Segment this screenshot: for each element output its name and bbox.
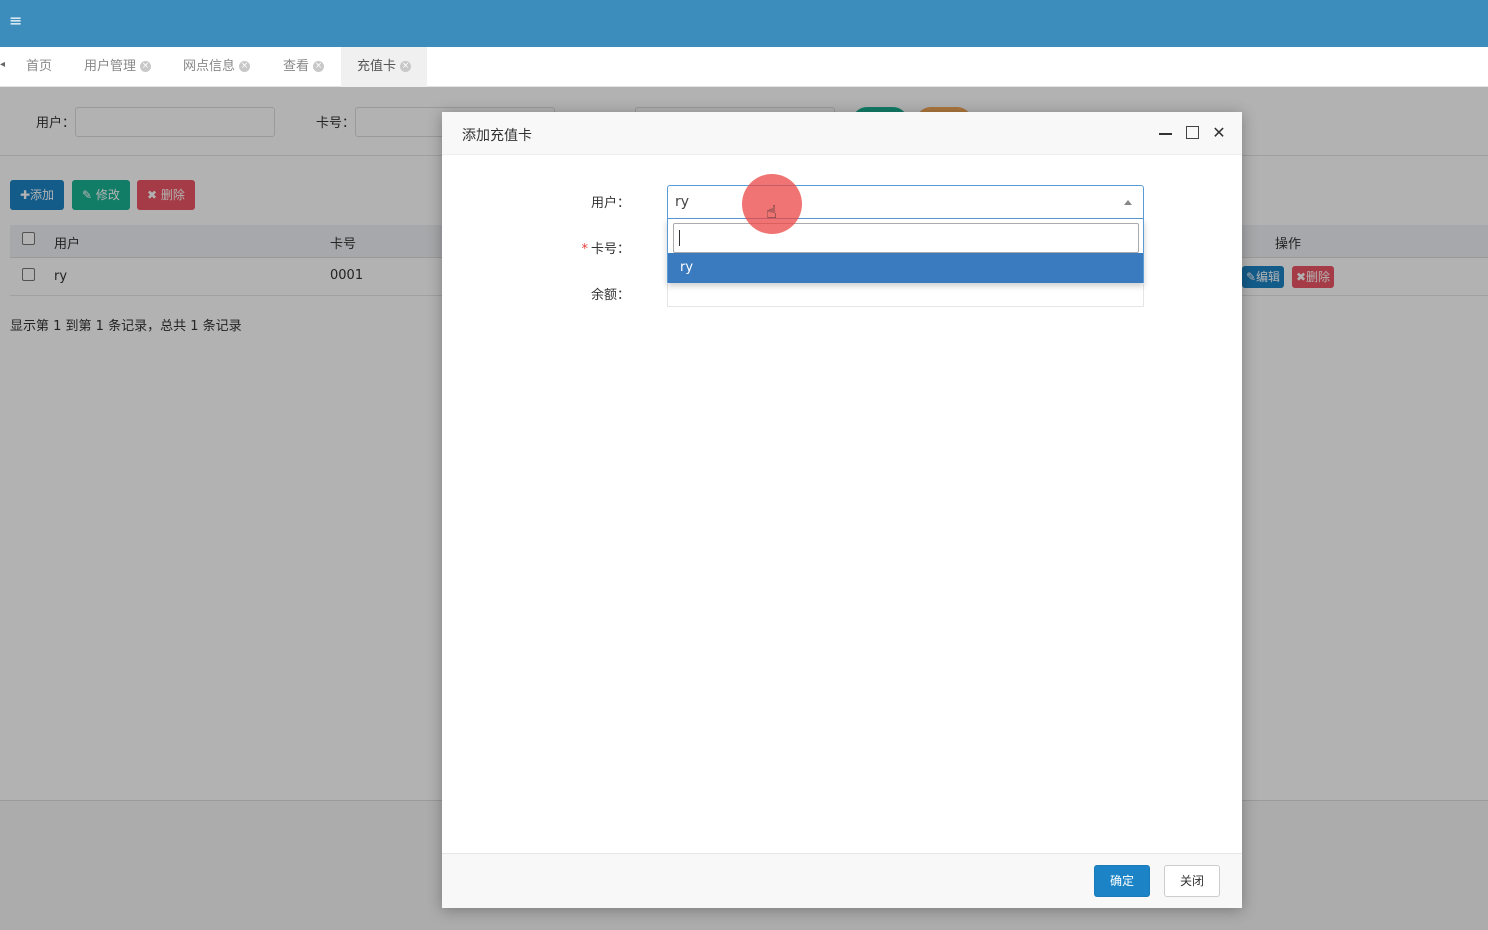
tab-view[interactable]: 查看 × xyxy=(279,47,328,87)
tab-user-management[interactable]: 用户管理 × xyxy=(80,47,155,87)
tab-recharge-card[interactable]: 充值卡 × xyxy=(341,47,428,87)
required-mark: * xyxy=(581,242,588,257)
user-select-value: ry xyxy=(675,194,690,210)
page-tabbar: ◂ 首页 用户管理 × 网点信息 × 查看 × 充值卡 × xyxy=(0,47,1488,87)
hamburger-icon[interactable]: ≡ xyxy=(9,13,23,29)
tab-close-icon[interactable]: × xyxy=(140,61,152,72)
user-label-text: 用户： xyxy=(590,196,630,211)
tab-scroll-left-icon[interactable]: ◂ xyxy=(0,59,6,73)
top-navbar: ≡ xyxy=(0,0,1488,47)
confirm-button[interactable]: 确定 xyxy=(1094,865,1150,897)
balance-input[interactable] xyxy=(667,284,1144,307)
card-label-text: 卡号： xyxy=(590,242,630,257)
balance-label-text: 余额： xyxy=(590,288,630,303)
dropdown-arrow-icon[interactable] xyxy=(1124,200,1132,205)
user-select[interactable]: ry xyxy=(667,185,1144,219)
maximize-icon[interactable] xyxy=(1186,126,1199,139)
text-caret xyxy=(679,230,680,246)
tab-label: 网点信息 xyxy=(183,59,236,74)
user-field-label: 用户： xyxy=(550,192,630,211)
tab-close-icon[interactable]: × xyxy=(400,61,412,72)
tab-outlet-info[interactable]: 网点信息 × xyxy=(179,47,254,87)
tab-home[interactable]: 首页 xyxy=(22,47,56,87)
dialog-header: 添加充值卡 ✕ xyxy=(442,112,1242,155)
dialog-title: 添加充值卡 xyxy=(462,128,532,144)
close-icon[interactable]: ✕ xyxy=(1212,125,1226,141)
balance-field-label: 余额： xyxy=(550,284,630,303)
tab-close-icon[interactable]: × xyxy=(239,61,251,72)
tab-label: 首页 xyxy=(26,59,53,74)
tab-label: 用户管理 xyxy=(84,59,137,74)
user-select-dropdown: ry xyxy=(667,219,1144,283)
card-field-label: * 卡号： xyxy=(550,238,630,257)
tab-close-icon[interactable]: × xyxy=(313,61,325,72)
tab-label: 查看 xyxy=(283,59,310,74)
dialog-footer: 确定 关闭 xyxy=(442,853,1242,908)
dropdown-search-input[interactable] xyxy=(673,223,1139,253)
close-button[interactable]: 关闭 xyxy=(1164,865,1220,897)
hand-cursor-icon: ☝ xyxy=(766,202,777,223)
tab-label: 充值卡 xyxy=(357,59,397,74)
minimize-icon[interactable] xyxy=(1159,126,1173,140)
dropdown-option[interactable]: ry xyxy=(668,253,1143,283)
add-recharge-card-dialog: 添加充值卡 ✕ 用户： * 卡号： 余额： ry ry ☝ 确定 关闭 xyxy=(442,112,1242,908)
